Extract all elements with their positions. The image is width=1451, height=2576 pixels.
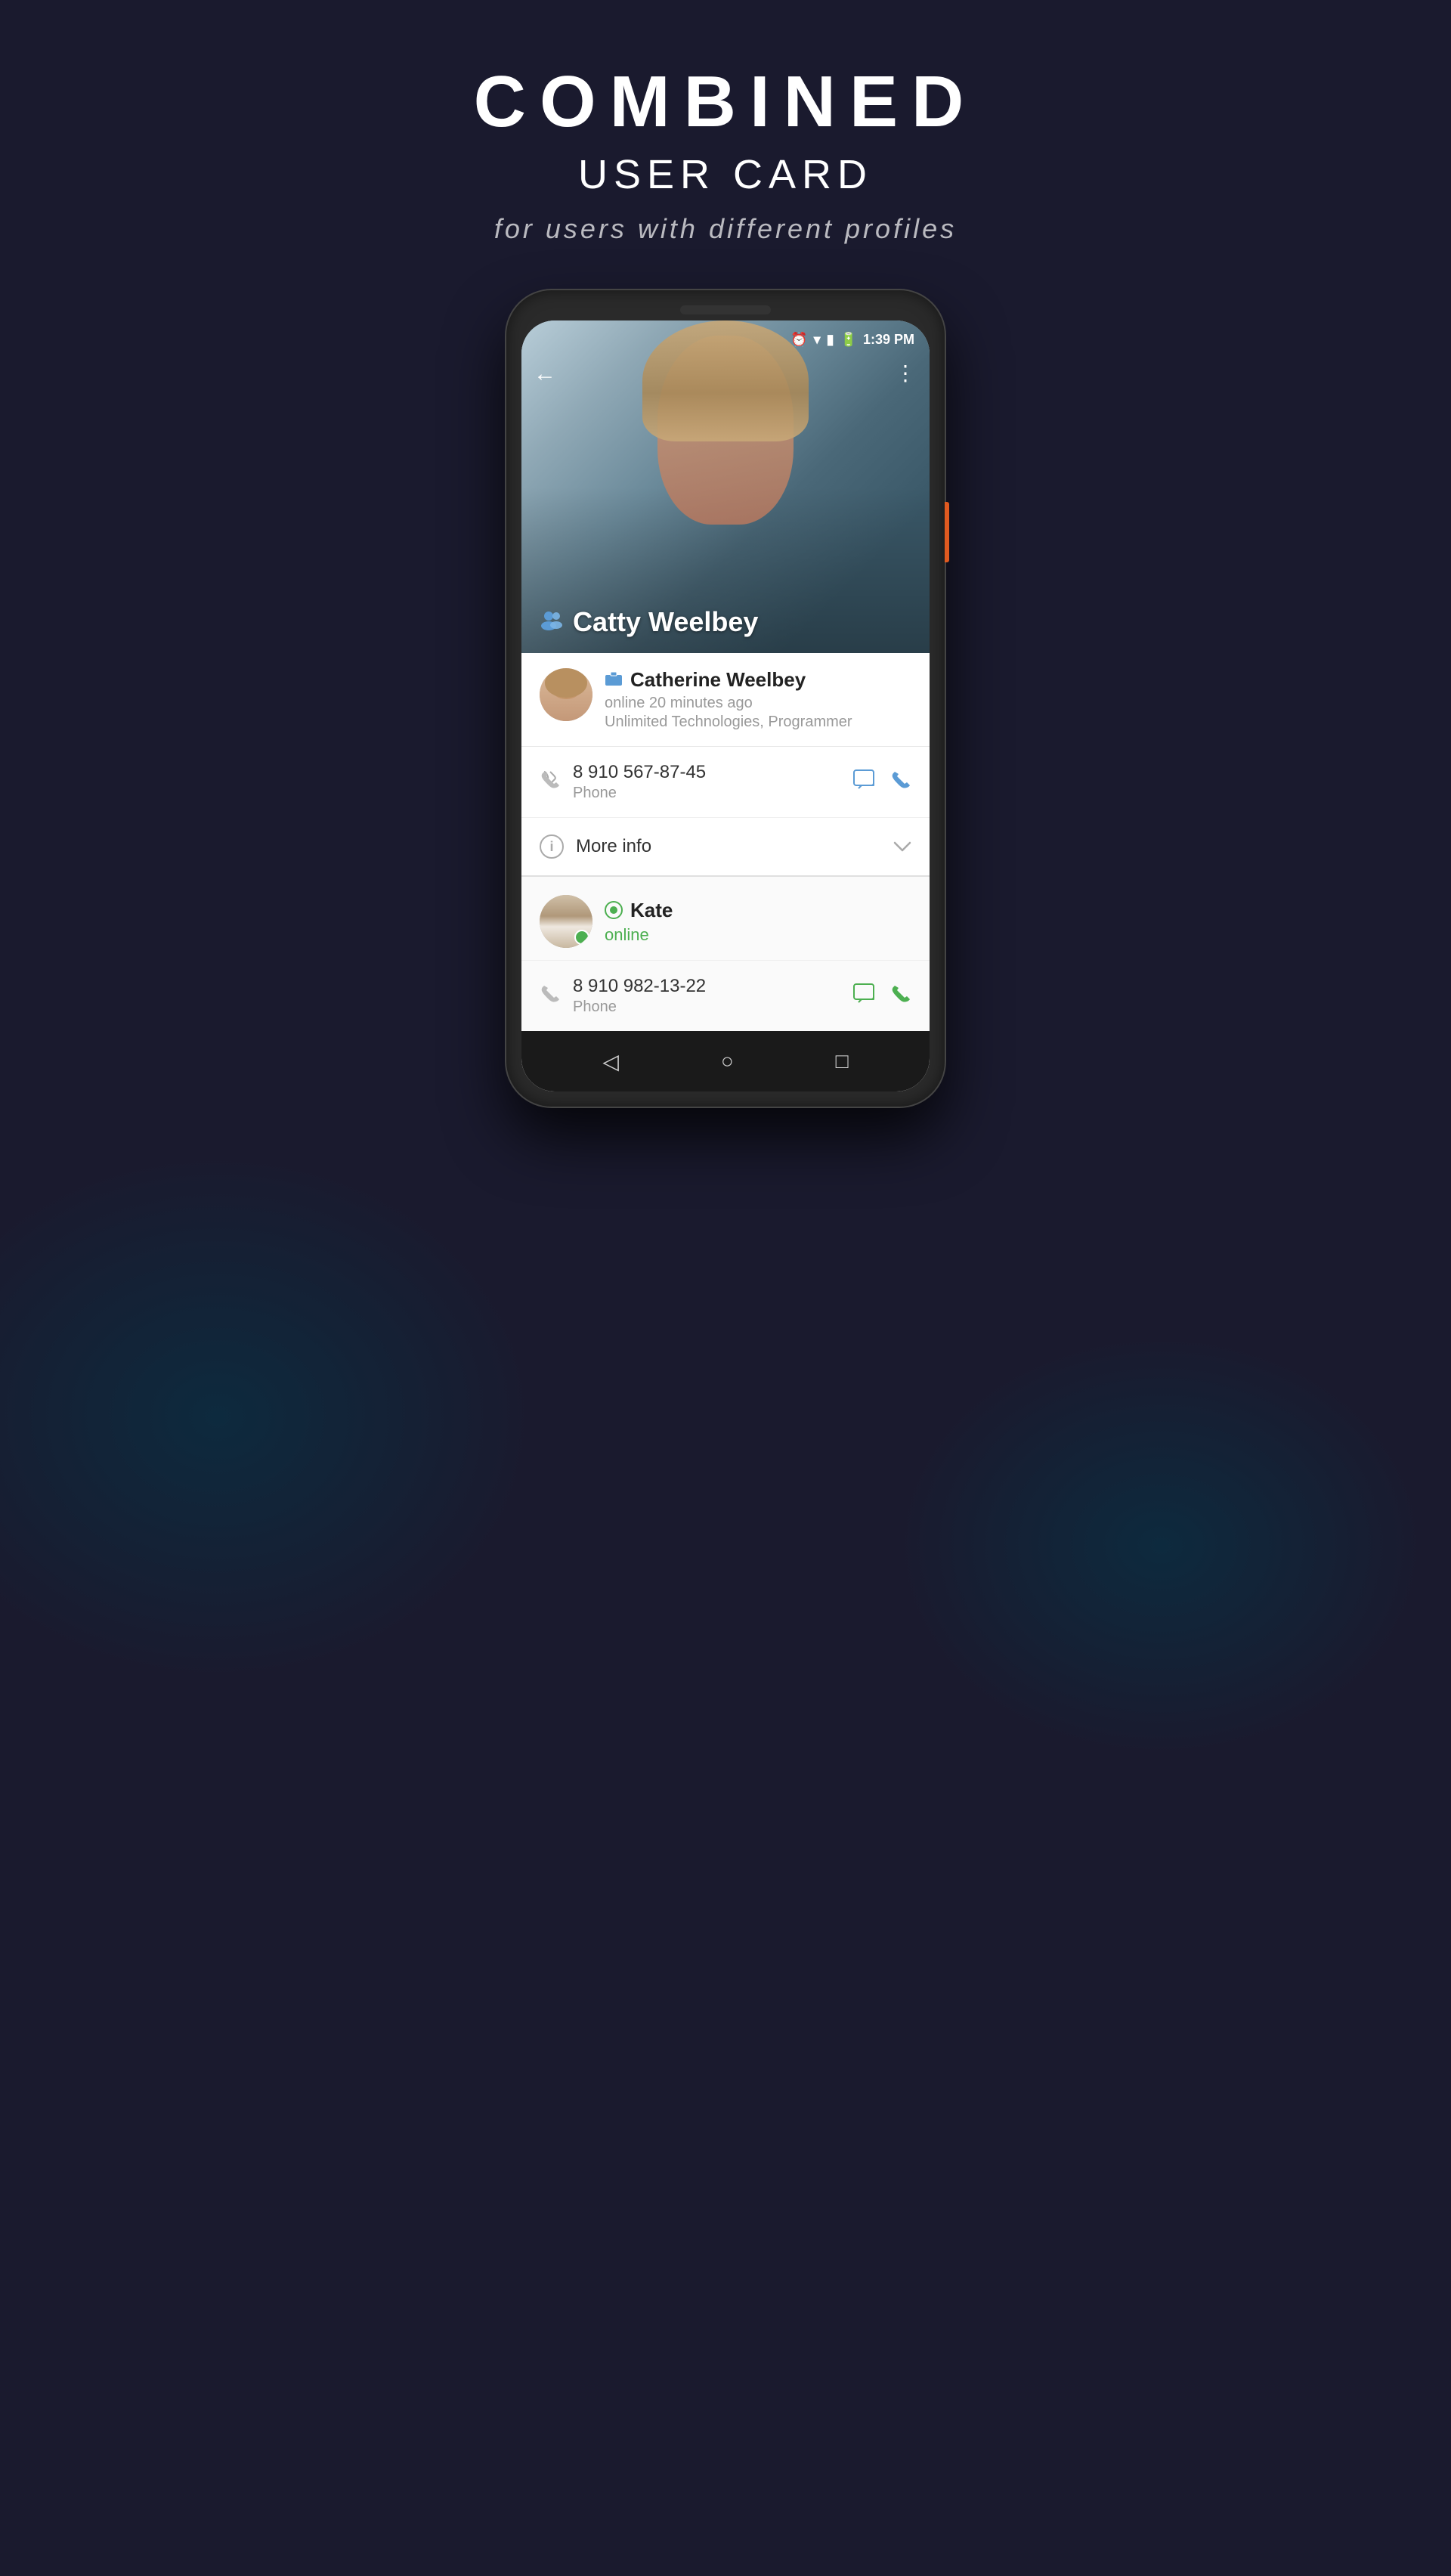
hero-photo: ← ⋮ Catty Weelbey xyxy=(521,320,930,653)
contact1-phone-number: 8 910 567-87-45 xyxy=(573,762,840,783)
contact1-phone-actions xyxy=(852,769,911,796)
wifi-icon: ▾ xyxy=(814,332,821,348)
contact1-company: Unlimited Technologies, Programmer xyxy=(605,714,911,731)
contact2-call-button[interactable] xyxy=(890,983,911,1010)
briefcase-icon xyxy=(605,670,623,691)
phone-wrapper: ⏰ ▾ ▮ 🔋 1:39 PM ← ⋮ xyxy=(506,290,945,1107)
contact2-phone-row: 8 910 982-13-22 Phone xyxy=(521,960,930,1031)
kate-header: Kate online xyxy=(521,877,930,960)
contact1-name-row: Catherine Weelbey xyxy=(605,668,911,692)
kate-avatar-img xyxy=(540,895,592,948)
nav-home-button[interactable]: ○ xyxy=(721,1049,734,1073)
page-header: COMBINED USER CARD for users with differ… xyxy=(474,60,978,245)
contact1-header: Catherine Weelbey online 20 minutes ago … xyxy=(540,668,911,731)
title-sub: USER CARD xyxy=(474,151,978,198)
contact1-info: Catherine Weelbey online 20 minutes ago … xyxy=(605,668,911,731)
friends-icon xyxy=(540,609,564,636)
chevron-down-icon xyxy=(893,836,911,857)
contact2-phone-actions xyxy=(852,983,911,1010)
hero-name: Catty Weelbey xyxy=(573,606,758,638)
time-display: 1:39 PM xyxy=(863,332,914,348)
contact1-name: Catherine Weelbey xyxy=(630,668,806,692)
contact1-chat-button[interactable] xyxy=(852,769,875,796)
title-main: COMBINED xyxy=(474,60,978,144)
online-status-icon xyxy=(605,901,623,919)
kate-name: Kate xyxy=(630,899,673,922)
contact2-phone-label: Phone xyxy=(573,999,840,1016)
kate-avatar xyxy=(540,895,592,948)
hero-name-row: Catty Weelbey xyxy=(540,606,758,638)
contact1-phone-label: Phone xyxy=(573,785,840,802)
contact1-status: online 20 minutes ago xyxy=(605,695,911,712)
back-button[interactable]: ← xyxy=(534,363,556,385)
status-bar-content: ⏰ ▾ ▮ 🔋 1:39 PM xyxy=(790,332,914,348)
contact2-phone-details: 8 910 982-13-22 Phone xyxy=(573,976,840,1016)
contact1-phone-row: 8 910 567-87-45 Phone xyxy=(521,747,930,818)
title-desc: for users with different profiles xyxy=(474,213,978,245)
kate-section: Kate online 8 910 982-13 xyxy=(521,877,930,1031)
more-info-row[interactable]: i More info xyxy=(521,818,930,877)
kate-status: online xyxy=(605,925,911,945)
phone-icon-1 xyxy=(540,769,561,795)
contact2-phone-number: 8 910 982-13-22 xyxy=(573,976,840,997)
signal-icon: ▮ xyxy=(827,332,834,348)
contact1-call-button[interactable] xyxy=(890,769,911,796)
card-content: Catherine Weelbey online 20 minutes ago … xyxy=(521,653,930,1091)
status-bar: ⏰ ▾ ▮ 🔋 1:39 PM xyxy=(521,320,930,358)
avatar-face xyxy=(540,668,592,721)
phone-icon-2 xyxy=(540,983,561,1009)
kate-name-row: Kate xyxy=(605,899,911,922)
kate-info: Kate online xyxy=(605,899,911,945)
contact2-chat-button[interactable] xyxy=(852,983,875,1010)
phone-device: ⏰ ▾ ▮ 🔋 1:39 PM ← ⋮ xyxy=(506,290,945,1107)
contact1-phone-details: 8 910 567-87-45 Phone xyxy=(573,762,840,802)
bottom-nav: ◁ ○ □ xyxy=(521,1031,930,1091)
more-info-label: More info xyxy=(576,836,881,857)
alarm-icon: ⏰ xyxy=(790,332,807,348)
hero-area: ⏰ ▾ ▮ 🔋 1:39 PM ← ⋮ xyxy=(521,320,930,653)
contact1-avatar xyxy=(540,668,592,721)
battery-icon: 🔋 xyxy=(840,332,857,348)
nav-recents-button[interactable]: □ xyxy=(836,1049,849,1073)
info-icon: i xyxy=(540,834,564,859)
nav-back-button[interactable]: ◁ xyxy=(602,1049,619,1074)
menu-button[interactable]: ⋮ xyxy=(895,363,917,384)
catherine-section: Catherine Weelbey online 20 minutes ago … xyxy=(521,653,930,747)
phone-notch xyxy=(680,305,771,314)
phone-screen: ⏰ ▾ ▮ 🔋 1:39 PM ← ⋮ xyxy=(521,320,930,1091)
